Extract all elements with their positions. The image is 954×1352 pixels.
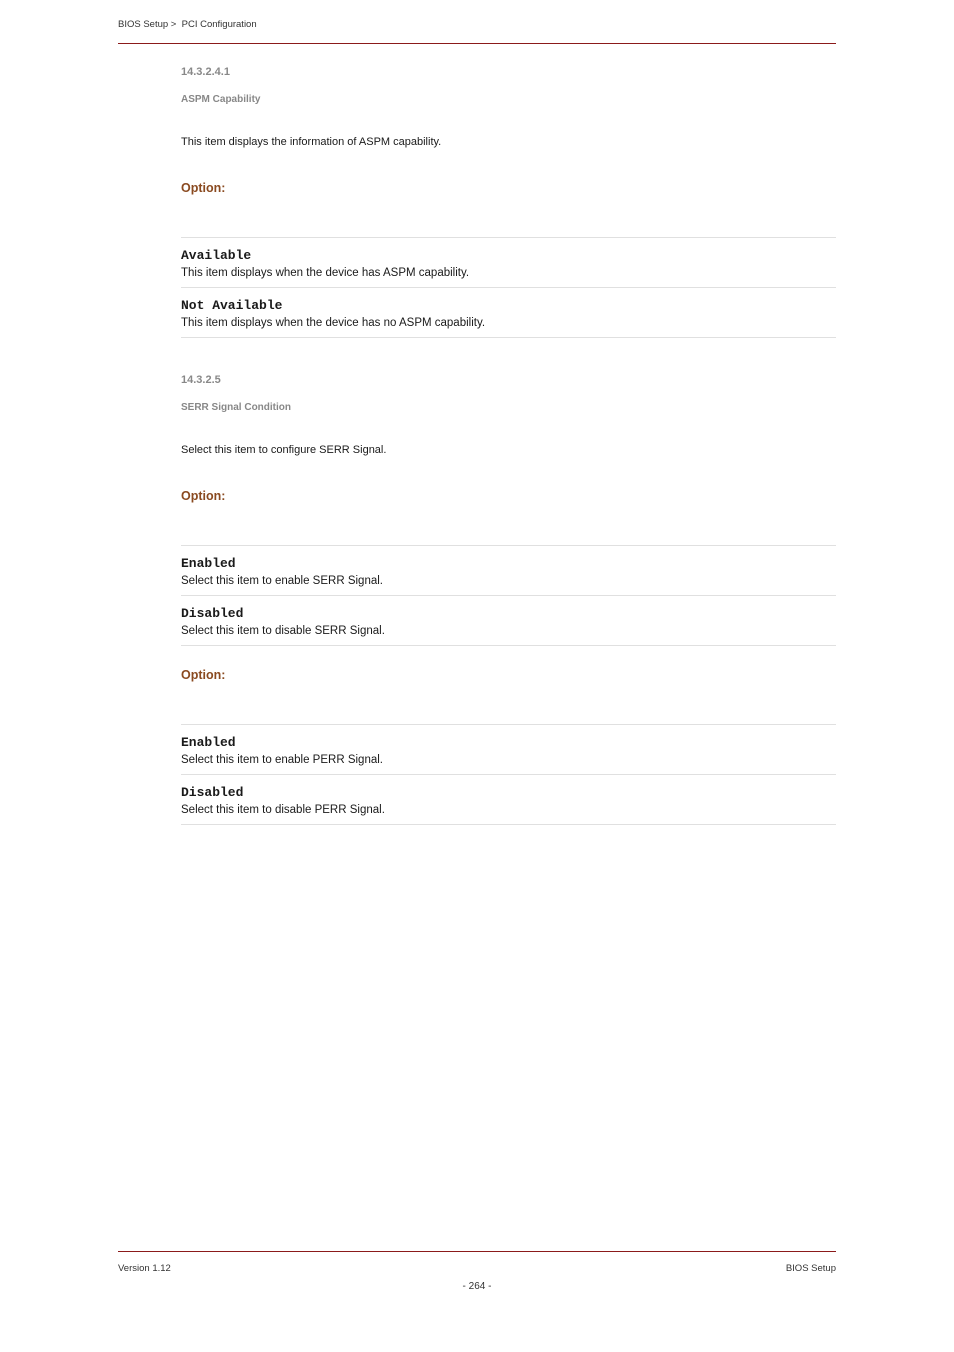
aspm-section-number: 14.3.2.4.1 — [181, 66, 836, 78]
option-row-serr-enabled: Enabled Select this item to enable SERR … — [181, 545, 836, 595]
option-row-perr-enabled: Enabled Select this item to enable PERR … — [181, 724, 836, 774]
option-term: Enabled — [181, 735, 836, 750]
option-def: Select this item to enable PERR Signal. — [181, 754, 836, 766]
aspm-description: This item displays the information of AS… — [181, 135, 836, 151]
option-term: Enabled — [181, 556, 836, 571]
aspm-heading-block: 14.3.2.4.1 ASPM Capability — [181, 66, 836, 105]
option-list-end-rule — [181, 824, 836, 825]
serr-description: Select this item to configure SERR Signa… — [181, 443, 836, 459]
top-rule — [118, 43, 836, 44]
option-term: Disabled — [181, 606, 836, 621]
option-term: Disabled — [181, 785, 836, 800]
option-def: This item displays when the device has A… — [181, 267, 836, 279]
footer-right: BIOS Setup — [786, 1263, 836, 1274]
bottom-rule — [118, 1251, 836, 1252]
option-def: Select this item to disable SERR Signal. — [181, 625, 836, 637]
option-list-end-rule — [181, 337, 836, 338]
option-row-available: Available This item displays when the de… — [181, 237, 836, 287]
perr-option-list: Enabled Select this item to enable PERR … — [181, 724, 836, 825]
option-term: Not Available — [181, 298, 836, 313]
footer-page-number: - 264 - — [0, 1281, 954, 1292]
breadcrumb: BIOS Setup > PCI Configuration — [118, 19, 257, 30]
aspm-option-list: Available This item displays when the de… — [181, 237, 836, 338]
serr-heading-block: 14.3.2.5 SERR Signal Condition — [181, 374, 836, 413]
content-column: 14.3.2.4.1 ASPM Capability This item dis… — [181, 66, 836, 825]
aspm-option-heading: Option: — [181, 181, 836, 195]
option-def: Select this item to enable SERR Signal. — [181, 575, 836, 587]
serr-option-heading: Option: — [181, 489, 836, 503]
option-row-serr-disabled: Disabled Select this item to disable SER… — [181, 595, 836, 645]
perr-option-heading: Option: — [181, 668, 836, 682]
option-row-perr-disabled: Disabled Select this item to disable PER… — [181, 774, 836, 824]
aspm-section-title: ASPM Capability — [181, 94, 836, 105]
serr-section-number: 14.3.2.5 — [181, 374, 836, 386]
option-term: Available — [181, 248, 836, 263]
footer-left: Version 1.12 — [118, 1263, 171, 1274]
document-page: BIOS Setup > PCI Configuration 14.3.2.4.… — [0, 0, 954, 1352]
option-list-end-rule — [181, 645, 836, 646]
option-row-not-available: Not Available This item displays when th… — [181, 287, 836, 337]
option-def: Select this item to disable PERR Signal. — [181, 804, 836, 816]
option-def: This item displays when the device has n… — [181, 317, 836, 329]
serr-section-title: SERR Signal Condition — [181, 402, 836, 413]
serr-option-list: Enabled Select this item to enable SERR … — [181, 545, 836, 646]
